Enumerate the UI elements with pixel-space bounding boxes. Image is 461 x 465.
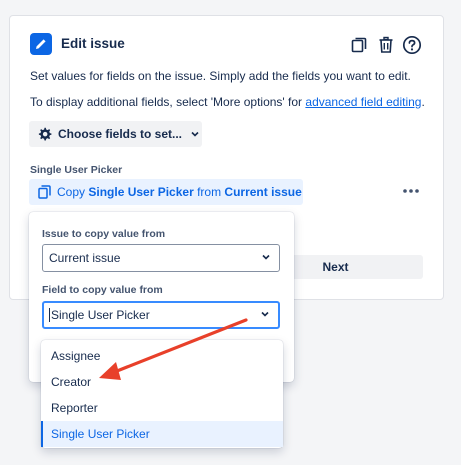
- choose-fields-button[interactable]: Choose fields to set...: [29, 121, 202, 147]
- field-options-menu: Assignee Creator Reporter Single User Pi…: [41, 340, 283, 448]
- option-single-user-picker[interactable]: Single User Picker: [41, 421, 283, 447]
- field-source-label: Field to copy value from: [42, 284, 163, 296]
- description-line-1: Set values for fields on the issue. Simp…: [30, 69, 411, 83]
- help-icon[interactable]: [401, 34, 423, 56]
- gear-icon: [37, 127, 52, 142]
- trash-icon[interactable]: [375, 34, 397, 56]
- more-options-icon[interactable]: [400, 182, 422, 200]
- pencil-icon: [30, 33, 52, 55]
- issue-source-select[interactable]: Current issue: [42, 244, 280, 272]
- option-reporter[interactable]: Reporter: [41, 395, 283, 421]
- advanced-field-editing-link[interactable]: advanced field editing: [305, 95, 421, 109]
- text-caret: [49, 308, 50, 322]
- option-assignee[interactable]: Assignee: [41, 343, 283, 369]
- description-line-2: To display additional fields, select 'Mo…: [30, 95, 425, 109]
- field-source-select[interactable]: Single User Picker: [42, 301, 280, 329]
- field-label: Single User Picker: [30, 164, 123, 176]
- panel-title: Edit issue: [61, 36, 125, 51]
- chevron-down-icon: [260, 308, 270, 322]
- copy-icon: [38, 185, 51, 199]
- option-creator[interactable]: Creator: [41, 369, 283, 395]
- chevron-down-icon: [261, 251, 271, 265]
- choose-fields-label: Choose fields to set...: [58, 127, 183, 141]
- issue-source-label: Issue to copy value from: [42, 228, 166, 240]
- copy-icon[interactable]: [348, 34, 370, 56]
- chevron-down-icon: [190, 129, 200, 139]
- copy-value-pill[interactable]: Copy Single User Picker from Current iss…: [29, 179, 303, 205]
